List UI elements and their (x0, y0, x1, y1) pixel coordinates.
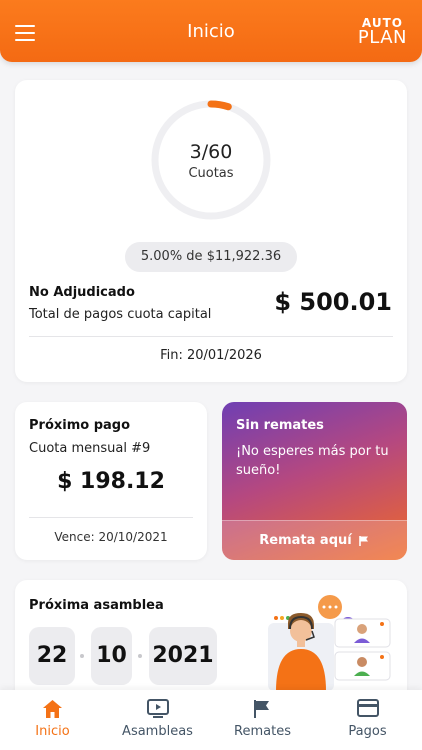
next-assembly-title: Próxima asamblea (29, 598, 164, 613)
auction-button-label: Remata aquí (259, 533, 352, 548)
nav-item-remates[interactable]: Remates (210, 690, 315, 750)
support-agent-illustration (268, 595, 391, 691)
assembly-day: 22 (29, 627, 75, 685)
installment-number: Cuota mensual #9 (29, 441, 151, 456)
card-icon (357, 699, 379, 717)
paid-count: 3/60 (189, 141, 233, 163)
assembly-month: 10 (91, 627, 132, 685)
divider (29, 336, 393, 337)
assembly-year: 2021 (149, 627, 217, 685)
home-icon (43, 700, 62, 718)
paid-label: Cuotas (188, 166, 234, 181)
next-payment-card[interactable]: Próximo pago Cuota mensual #9 $ 198.12 V… (15, 402, 207, 560)
nav-item-asambleas[interactable]: Asambleas (105, 690, 210, 750)
end-date: Fin: 20/01/2026 (160, 348, 262, 363)
date-separator (80, 654, 84, 658)
bottom-navigation: Inicio Asambleas Remates Pagos (0, 690, 422, 750)
flag-icon (358, 535, 368, 546)
promo-text: ¡No esperes más por tu sueño! (236, 444, 389, 478)
nav-label: Inicio (35, 724, 70, 739)
app-header: Inicio AUTO PLAN (0, 0, 422, 62)
flag-icon (254, 700, 269, 718)
percent-badge: 5.00% de $11,922.36 (125, 242, 297, 272)
next-payment-title: Próximo pago (29, 418, 131, 433)
plan-summary-card: 3/60 Cuotas 5.00% de $11,922.36 No Adjud… (15, 80, 407, 382)
total-payments-label: Total de pagos cuota capital (29, 307, 212, 322)
logo-line-2: PLAN (357, 27, 407, 48)
nav-label: Asambleas (122, 724, 193, 739)
date-separator (138, 654, 142, 658)
adjudication-status: No Adjudicado (29, 285, 135, 300)
auction-promo-card: Sin remates ¡No esperes más por tu sueño… (222, 402, 407, 560)
due-date: Vence: 20/10/2021 (54, 530, 168, 544)
divider (29, 517, 193, 518)
tv-icon (147, 699, 169, 718)
auction-here-button[interactable]: Remata aquí (222, 520, 407, 560)
nav-item-pagos[interactable]: Pagos (315, 690, 420, 750)
nav-label: Remates (234, 724, 291, 739)
promo-title: Sin remates (236, 418, 324, 433)
nav-item-inicio[interactable]: Inicio (0, 690, 105, 750)
next-payment-amount: $ 198.12 (57, 469, 165, 494)
nav-label: Pagos (348, 724, 387, 739)
total-payments-amount: $ 500.01 (274, 288, 392, 316)
autoplan-logo: AUTO PLAN (358, 17, 407, 47)
